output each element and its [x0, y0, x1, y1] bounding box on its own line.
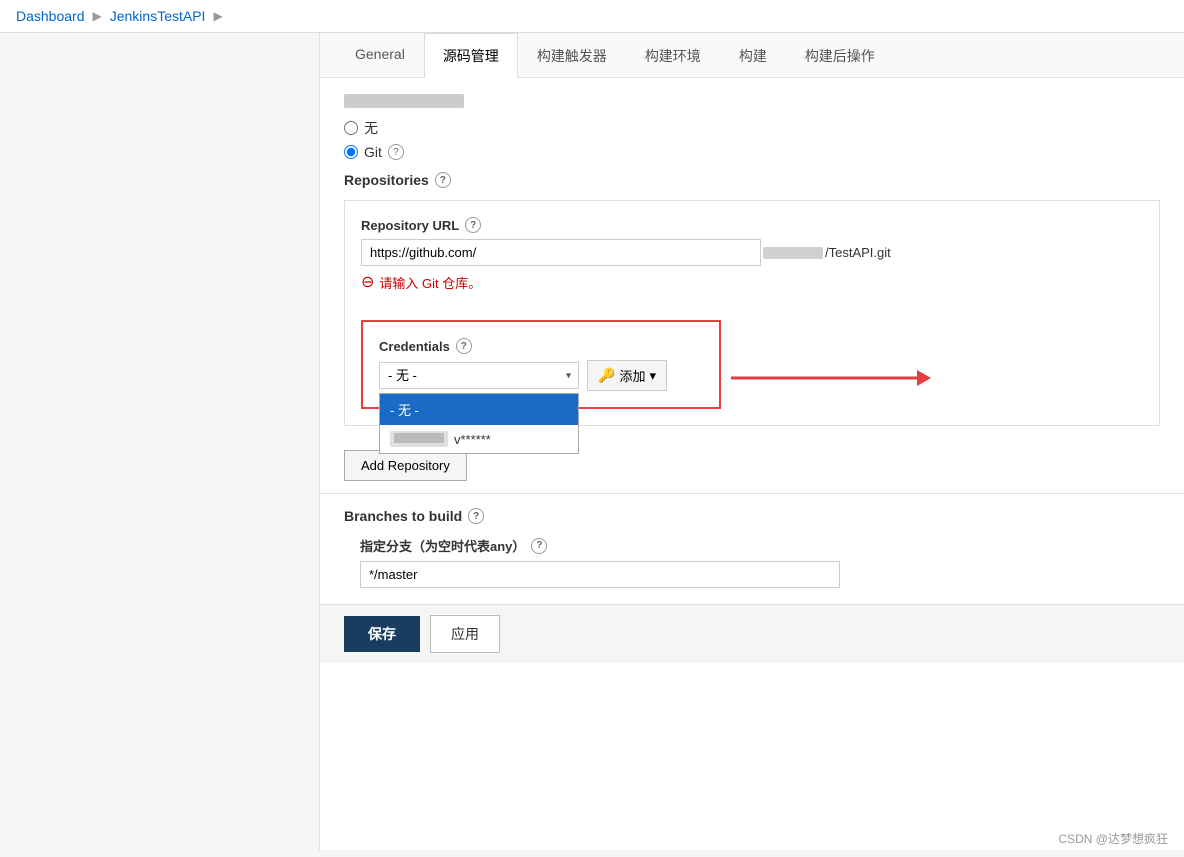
credentials-label-text: Credentials — [379, 339, 450, 354]
repo-url-help-icon[interactable]: ? — [465, 217, 481, 233]
branches-help-icon[interactable]: ? — [468, 508, 484, 524]
save-button[interactable]: 保存 — [344, 616, 420, 652]
radio-none-label: 无 — [364, 118, 378, 138]
breadcrumb: Dashboard ▶ JenkinsTestAPI ▶ — [0, 0, 1184, 33]
repo-url-label-text: Repository URL — [361, 218, 459, 233]
tab-scm[interactable]: 源码管理 — [424, 33, 518, 78]
breadcrumb-sep-1: ▶ — [93, 9, 102, 23]
divider-1 — [320, 493, 1184, 494]
watermark: CSDN @达梦想疯狂 — [1058, 830, 1168, 847]
git-help-icon[interactable]: ? — [388, 144, 404, 160]
repositories-help-icon[interactable]: ? — [435, 172, 451, 188]
repositories-header: Repositories ? — [344, 172, 1160, 188]
tabs-bar: General 源码管理 构建触发器 构建环境 构建 构建后操作 — [320, 33, 1184, 78]
credential-row: v****** — [390, 431, 568, 447]
repo-url-input-row: /TestAPI.git — [361, 239, 1143, 266]
radio-group-scm: 无 Git ? — [344, 118, 1160, 160]
apply-button[interactable]: 应用 — [430, 615, 500, 653]
main-content: General 源码管理 构建触发器 构建环境 构建 构建后操作 无 Git — [320, 33, 1184, 850]
content-section: 无 Git ? Repositories ? Repository URL ? — [320, 78, 1184, 604]
dropdown-item-credential[interactable]: v****** — [380, 425, 578, 453]
branch-specifier-label: 指定分支（为空时代表any） ? — [360, 536, 1160, 555]
error-message: ⊖ 请输入 Git 仓库。 — [361, 272, 1143, 292]
tab-general[interactable]: General — [336, 33, 424, 78]
add-chevron: ▾ — [649, 368, 656, 384]
credentials-dropdown: - 无 - v****** — [379, 393, 579, 454]
credentials-help-icon[interactable]: ? — [456, 338, 472, 354]
tab-build[interactable]: 构建 — [720, 33, 786, 78]
repo-url-input[interactable] — [361, 239, 761, 266]
sidebar — [0, 33, 320, 850]
radio-git[interactable] — [344, 145, 358, 159]
red-arrow — [731, 368, 931, 388]
credential-password: v****** — [454, 432, 491, 447]
branch-specifier-input[interactable] — [360, 561, 840, 588]
add-repository-button[interactable]: Add Repository — [344, 450, 467, 481]
branch-specifier-group: 指定分支（为空时代表any） ? — [360, 536, 1160, 588]
breadcrumb-project[interactable]: JenkinsTestAPI — [110, 8, 206, 24]
repositories-label: Repositories — [344, 172, 429, 188]
repo-url-suffix: /TestAPI.git — [825, 245, 891, 260]
branches-header: Branches to build ? — [344, 508, 1160, 524]
tab-build-env[interactable]: 构建环境 — [626, 33, 720, 78]
credentials-select-wrapper: - 无 - v****** ▾ — [379, 362, 579, 389]
error-icon: ⊖ — [361, 272, 374, 292]
red-arrow-container — [731, 368, 931, 388]
radio-git-label: Git — [364, 144, 382, 160]
credential-username — [390, 431, 448, 447]
key-icon: 🔑 — [598, 367, 615, 384]
branches-label-text: Branches to build — [344, 508, 462, 524]
dropdown-item-none[interactable]: - 无 - — [380, 394, 578, 425]
credentials-box: Credentials ? - 无 - v****** ▾ — [361, 320, 721, 409]
breadcrumb-sep-2: ▶ — [213, 9, 222, 23]
breadcrumb-dashboard[interactable]: Dashboard — [16, 8, 85, 24]
repo-url-label: Repository URL ? — [361, 217, 1143, 233]
radio-row-none: 无 — [344, 118, 1160, 138]
credentials-add-button[interactable]: 🔑 添加 ▾ — [587, 360, 667, 391]
tab-post-build[interactable]: 构建后操作 — [786, 33, 894, 78]
radio-row-git: Git ? — [344, 144, 1160, 160]
error-text: 请输入 Git 仓库。 — [379, 273, 481, 292]
branches-section: Branches to build ? 指定分支（为空时代表any） ? — [344, 508, 1160, 588]
repo-url-truncated — [763, 247, 823, 259]
credentials-select[interactable]: - 无 - v****** — [379, 362, 579, 389]
credentials-section: Credentials ? - 无 - v****** ▾ — [361, 308, 1143, 409]
repository-box: Repository URL ? /TestAPI.git ⊖ 请输入 Git … — [344, 200, 1160, 426]
bottom-bar: 保存 应用 — [320, 604, 1184, 663]
truncated-header — [344, 94, 1160, 108]
branch-specifier-help-icon[interactable]: ? — [531, 538, 547, 554]
branch-specifier-label-text: 指定分支（为空时代表any） — [360, 536, 525, 555]
credentials-label: Credentials ? — [379, 338, 703, 354]
add-label: 添加 — [619, 366, 645, 385]
tab-triggers[interactable]: 构建触发器 — [518, 33, 626, 78]
radio-none[interactable] — [344, 121, 358, 135]
credentials-row: - 无 - v****** ▾ 🔑 添加 ▾ — [379, 360, 703, 391]
